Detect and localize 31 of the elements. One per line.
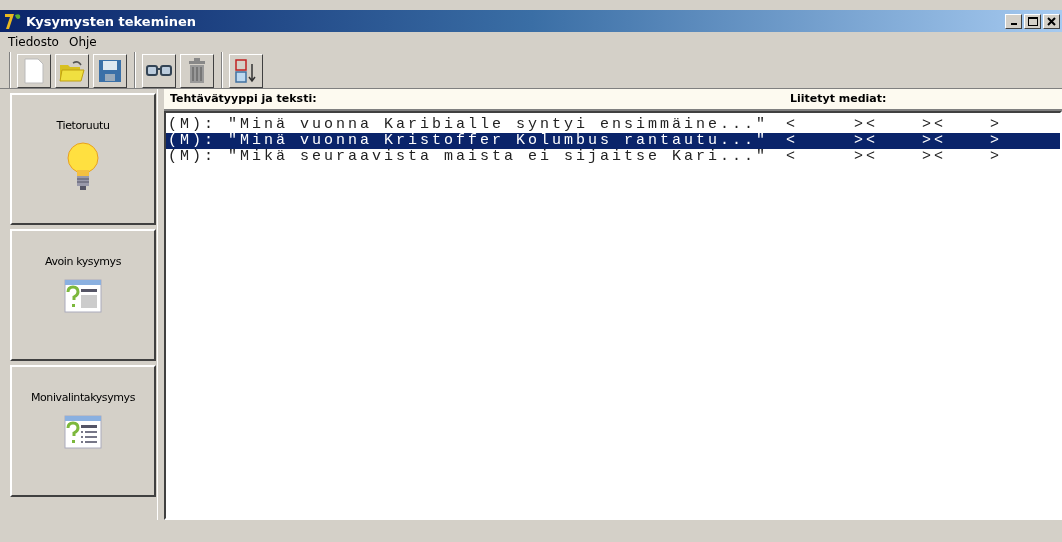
question-type-button[interactable]: Tietoruutu bbox=[10, 93, 156, 225]
document-icon bbox=[23, 58, 45, 84]
maximize-icon bbox=[1027, 16, 1038, 26]
menu-item[interactable]: Tiedosto bbox=[8, 35, 59, 49]
window-title: Kysymysten tekeminen bbox=[26, 13, 196, 29]
maximize-button[interactable] bbox=[1024, 13, 1041, 29]
close-icon bbox=[1047, 16, 1056, 26]
new-document-button[interactable] bbox=[17, 54, 51, 88]
column-header: Liitetyt mediat: bbox=[790, 92, 887, 106]
question-type-button[interactable]: Avoin kysymys bbox=[10, 229, 156, 361]
close-button[interactable] bbox=[1043, 13, 1060, 29]
open-button[interactable] bbox=[55, 54, 89, 88]
list-row[interactable]: (M): "Minä vuonna Kristoffer Kolumbus rantautu..." < >< >< > bbox=[166, 132, 1060, 149]
folder-icon bbox=[59, 59, 85, 83]
preview-button[interactable] bbox=[142, 54, 176, 88]
list-row[interactable]: (M): "Mikä seuraavista maista ei sijaitse Kari..." < >< >< > bbox=[166, 148, 1060, 165]
menu-item[interactable]: Ohje bbox=[68, 35, 97, 49]
column-header: Tehtävätyyppi ja teksti: bbox=[169, 92, 318, 106]
trash-icon bbox=[188, 58, 206, 84]
sort-icon bbox=[234, 58, 258, 84]
delete-button[interactable] bbox=[180, 54, 214, 88]
save-button[interactable] bbox=[93, 54, 127, 88]
list-row[interactable]: (M): "Minä vuonna Karibialle syntyi ensimmäine..." < >< >< > bbox=[166, 116, 1060, 133]
glasses-icon bbox=[146, 64, 172, 78]
question-type-button[interactable]: Monivalintakysymys bbox=[10, 365, 156, 497]
minimize-button[interactable] bbox=[1005, 13, 1022, 29]
app-icon bbox=[4, 12, 22, 30]
sort-button[interactable] bbox=[229, 54, 263, 88]
question-list-icon bbox=[63, 414, 103, 450]
question-form-icon bbox=[63, 278, 103, 314]
light-bulb-icon bbox=[66, 142, 100, 192]
